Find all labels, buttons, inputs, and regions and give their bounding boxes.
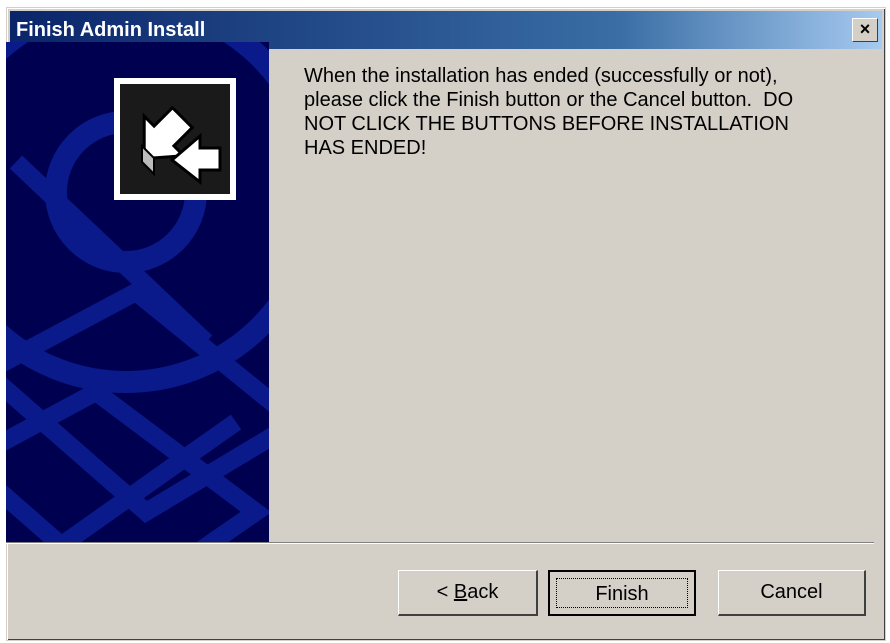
close-button[interactable]: × — [852, 18, 878, 42]
back-button[interactable]: < Back — [398, 570, 538, 616]
back-prefix: < — [436, 581, 454, 603]
instruction-message: When the installation has ended (success… — [304, 65, 794, 159]
back-accelerator: B — [453, 581, 468, 603]
finish-button[interactable]: Finish — [548, 570, 696, 616]
finish-button-label: Finish — [556, 578, 688, 608]
wizard-banner — [6, 42, 269, 542]
back-label-rest: ack — [467, 581, 499, 603]
install-icon-frame — [114, 78, 236, 200]
button-separator — [6, 542, 874, 544]
close-icon: × — [859, 19, 871, 39]
install-arrows-icon — [120, 84, 230, 194]
window-title: Finish Admin Install — [16, 19, 206, 41]
cancel-button[interactable]: Cancel — [718, 570, 866, 616]
